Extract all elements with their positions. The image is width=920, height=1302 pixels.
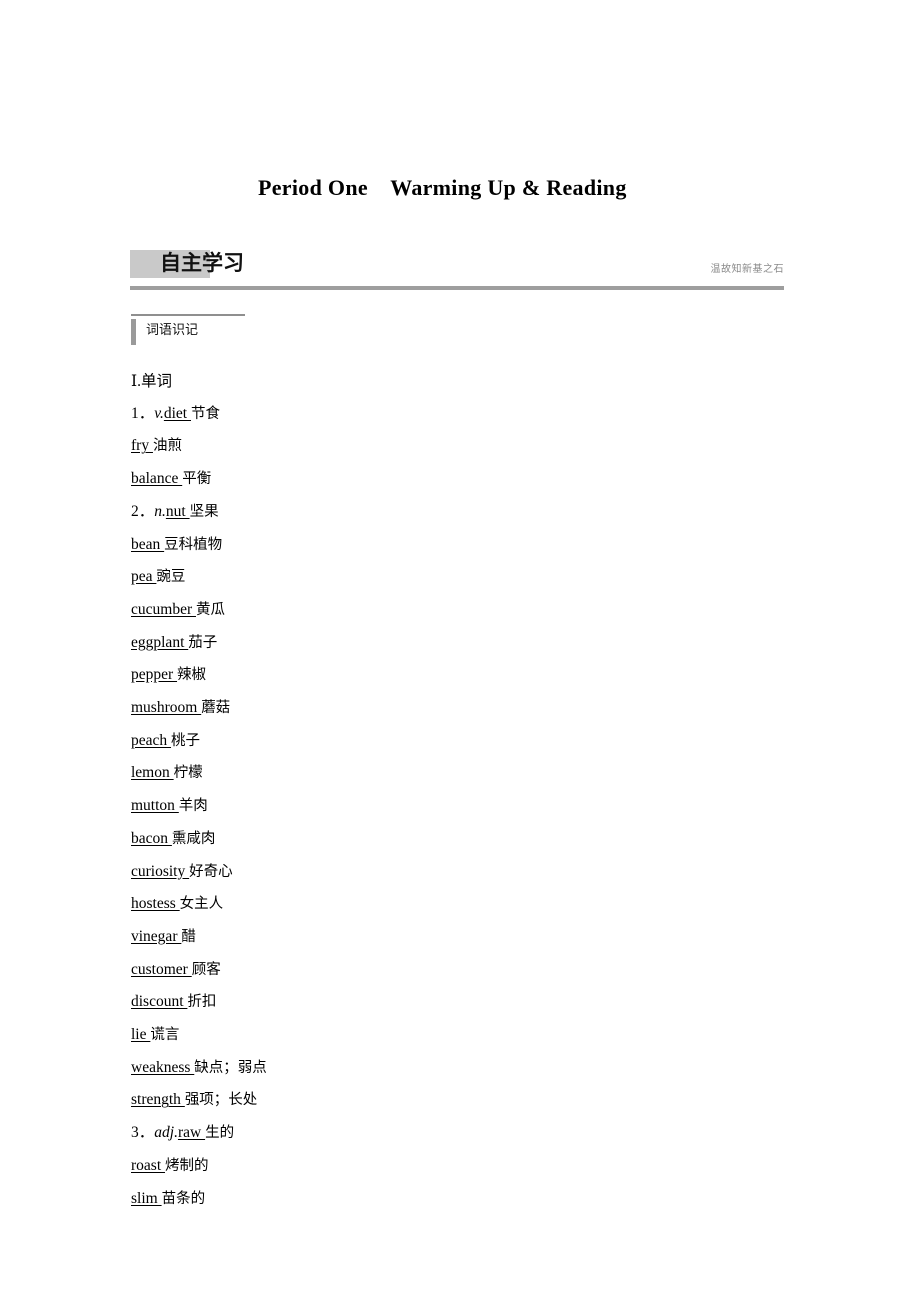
word-entry-term: slim	[131, 1189, 162, 1207]
word-entry-gloss: 顾客	[191, 961, 221, 978]
word-entry: weakness 缺点；弱点	[131, 1052, 791, 1085]
word-entry: pea 豌豆	[131, 561, 791, 594]
word-entry: balance 平衡	[131, 463, 791, 496]
word-entry-gloss: 生的	[205, 1125, 235, 1142]
word-entry-part-of-speech: adj.	[154, 1124, 178, 1142]
word-entry-term: balance	[131, 470, 183, 488]
word-entry-term: curiosity	[131, 862, 190, 880]
section-banner: 自主学习 温故知新基之石	[130, 248, 784, 294]
word-entry-term: bacon	[131, 829, 172, 847]
word-entry-gloss: 辣椒	[177, 667, 207, 684]
word-entry-number: 2．	[131, 502, 155, 520]
word-list-group-label: Ⅰ.单词	[131, 373, 172, 390]
word-entry-part-of-speech: n.	[154, 502, 166, 520]
word-entry: fry 油煎	[131, 430, 791, 463]
word-entry-gloss: 豌豆	[156, 569, 186, 586]
word-entry-term: mutton	[131, 797, 179, 815]
word-entry-gloss: 桃子	[171, 732, 201, 749]
word-entry-gloss: 女主人	[179, 896, 224, 913]
word-entry: mutton 羊肉	[131, 790, 791, 823]
word-entry-gloss: 烤制的	[165, 1157, 209, 1174]
word-entry-term: lemon	[131, 764, 174, 782]
word-entry-term: vinegar	[131, 927, 182, 945]
word-entry-term: bean	[131, 535, 165, 553]
word-entry: discount 折扣	[131, 986, 791, 1019]
word-entry-gloss: 醋	[181, 928, 196, 945]
word-entry-gloss: 熏咸肉	[171, 830, 216, 847]
word-entry: customer 顾客	[131, 954, 791, 987]
word-entry-term: pepper	[131, 666, 178, 684]
word-entry-term: diet	[163, 404, 191, 422]
word-entry-term: mushroom	[131, 699, 202, 717]
word-entry-gloss: 节食	[191, 405, 220, 422]
word-entry-term: eggplant	[131, 633, 189, 651]
word-entry-gloss: 好奇心	[189, 863, 233, 880]
word-entry-term: strength	[131, 1091, 185, 1109]
subsection-top-rule	[131, 314, 245, 316]
word-entry-gloss: 谎言	[150, 1027, 180, 1044]
word-entry-term: hostess	[131, 895, 180, 913]
banner-title: 自主学习	[160, 251, 244, 275]
word-entry: pepper 辣椒	[131, 659, 791, 692]
word-entry: 3．adj.raw 生的	[131, 1117, 791, 1150]
word-list: Ⅰ.单词 1．v.diet 节食 fry 油煎 balance 平衡 2．n.nut …	[131, 366, 791, 1215]
word-entry: mushroom 蘑菇	[131, 692, 791, 725]
word-entry: eggplant 茄子	[131, 627, 791, 660]
word-entry: 1．v.diet 节食	[131, 398, 791, 431]
word-entry-term: peach	[131, 731, 172, 749]
subsection-label: 词语识记	[146, 323, 199, 338]
word-entry-gloss: 苗条的	[161, 1190, 206, 1207]
word-entry: lie 谎言	[131, 1019, 791, 1052]
word-entry-part-of-speech: v.	[154, 404, 164, 422]
subsection-header: 词语识记	[130, 314, 330, 350]
word-entry-gloss: 茄子	[188, 634, 218, 651]
page-title: Period One Warming Up & Reading	[258, 175, 627, 200]
word-entry-gloss: 缺点；弱点	[194, 1059, 267, 1076]
word-entry: hostess 女主人	[131, 888, 791, 921]
word-entry: cucumber 黄瓜	[131, 594, 791, 627]
word-entry-number: 1．	[131, 404, 155, 422]
word-entry: peach 桃子	[131, 725, 791, 758]
word-entry-term: weakness	[131, 1058, 195, 1076]
subsection-accent-bar	[131, 319, 136, 345]
word-entry-term: nut	[165, 502, 190, 520]
word-entry: curiosity 好奇心	[131, 856, 791, 889]
word-entry: slim 苗条的	[131, 1183, 791, 1216]
banner-divider	[130, 286, 784, 290]
word-entry-gloss: 豆科植物	[164, 536, 223, 553]
word-entry-gloss: 羊肉	[178, 798, 208, 815]
word-entry: roast 烤制的	[131, 1150, 791, 1183]
word-entry-gloss: 柠檬	[173, 765, 203, 782]
word-entry-gloss: 坚果	[189, 503, 219, 520]
word-entry-gloss: 折扣	[187, 994, 217, 1011]
word-entry-number: 3．	[131, 1124, 155, 1142]
word-entry: strength 强项；长处	[131, 1084, 791, 1117]
word-entry-term: raw	[177, 1124, 206, 1142]
word-entry: 2．n.nut 坚果	[131, 496, 791, 529]
word-entry-term: cucumber	[131, 600, 196, 618]
word-entry-term: roast	[131, 1156, 166, 1174]
word-entry-gloss: 蘑菇	[201, 700, 231, 717]
banner-motto: 温故知新基之石	[710, 264, 784, 275]
word-list-rows: 1．v.diet 节食 fry 油煎 balance 平衡 2．n.nut 坚果 bea…	[131, 398, 791, 1216]
word-entry-gloss: 油煎	[152, 438, 182, 455]
word-entry-gloss: 强项；长处	[184, 1092, 258, 1109]
word-entry: vinegar 醋	[131, 921, 791, 954]
word-entry-term: pea	[131, 568, 157, 586]
word-entry-term: fry	[131, 437, 153, 455]
word-entry: bacon 熏咸肉	[131, 823, 791, 856]
word-entry-term: discount	[131, 993, 188, 1011]
word-entry-gloss: 平衡	[182, 471, 212, 488]
word-entry-gloss: 黄瓜	[195, 601, 225, 618]
word-entry-term: customer	[131, 960, 192, 978]
word-entry: bean 豆科植物	[131, 529, 791, 562]
word-entry-term: lie	[131, 1026, 151, 1044]
word-entry: lemon 柠檬	[131, 757, 791, 790]
